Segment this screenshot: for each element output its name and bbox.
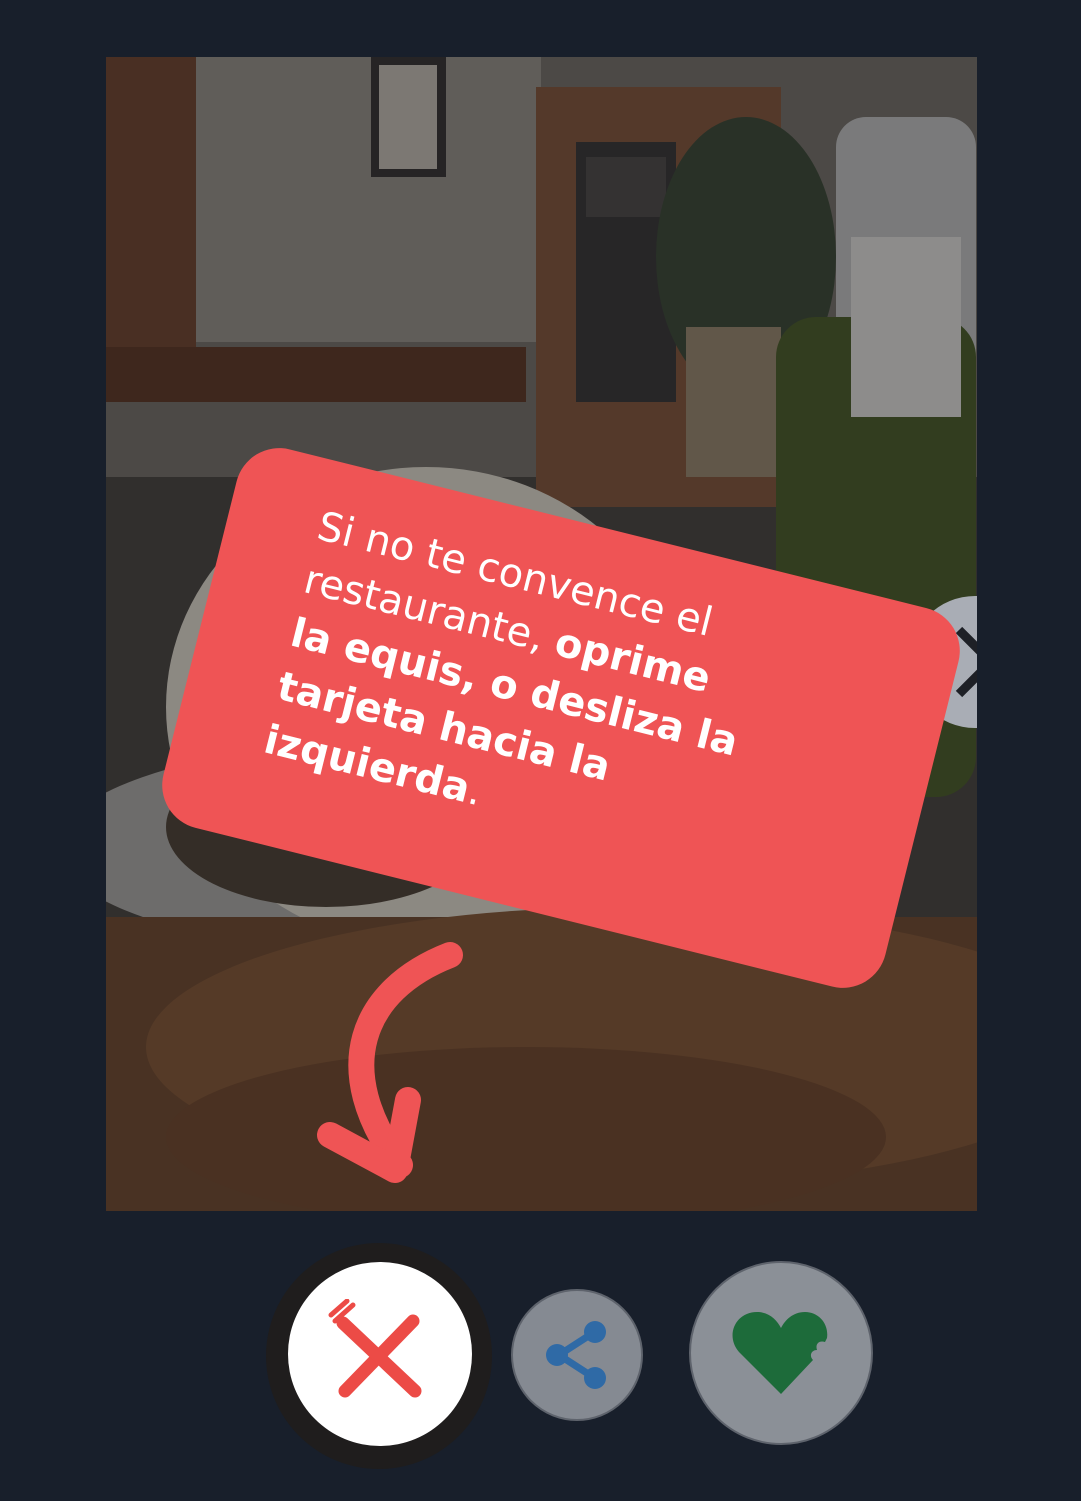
curved-arrow-pointer (317, 942, 463, 1183)
dislike-button[interactable] (288, 1262, 472, 1446)
fork-knife-cross-icon (328, 1299, 422, 1398)
share-icon (546, 1321, 606, 1389)
like-button[interactable] (689, 1261, 873, 1445)
share-button[interactable] (511, 1289, 643, 1421)
bitten-heart-icon (732, 1312, 828, 1394)
